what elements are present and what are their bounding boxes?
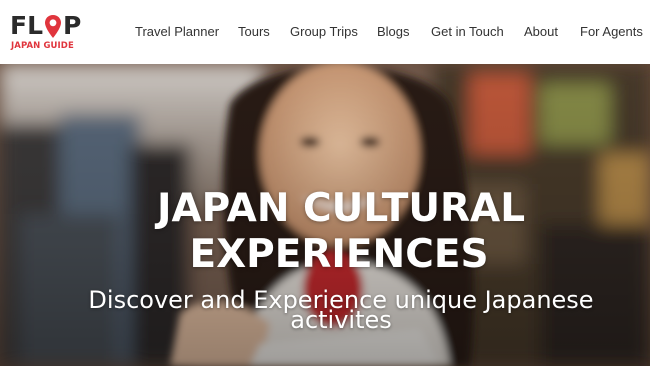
main-navigation: Travel Planner Tours Group Trips Blogs G… [0, 24, 650, 42]
hero-title-line-1: JAPAN CULTURAL [156, 186, 526, 231]
nav-blogs[interactable]: Blogs [377, 24, 410, 40]
nav-get-in-touch[interactable]: Get in Touch [431, 24, 504, 40]
hero-subtitle-line-2: activites [290, 306, 392, 334]
hero-banner: JAPAN CULTURAL EXPERIENCES Discover and … [0, 64, 650, 366]
nav-tours[interactable]: Tours [238, 24, 270, 40]
nav-about[interactable]: About [524, 24, 558, 40]
logo-tagline: JAPAN GUIDE [11, 41, 74, 51]
hero-title-line-2: EXPERIENCES [189, 232, 489, 277]
nav-travel-planner[interactable]: Travel Planner [135, 24, 219, 40]
site-header: FL P JAPAN GUIDE Travel Planner Tours Gro… [0, 0, 650, 64]
nav-for-agents[interactable]: For Agents [580, 24, 643, 40]
nav-group-trips[interactable]: Group Trips [290, 24, 358, 40]
